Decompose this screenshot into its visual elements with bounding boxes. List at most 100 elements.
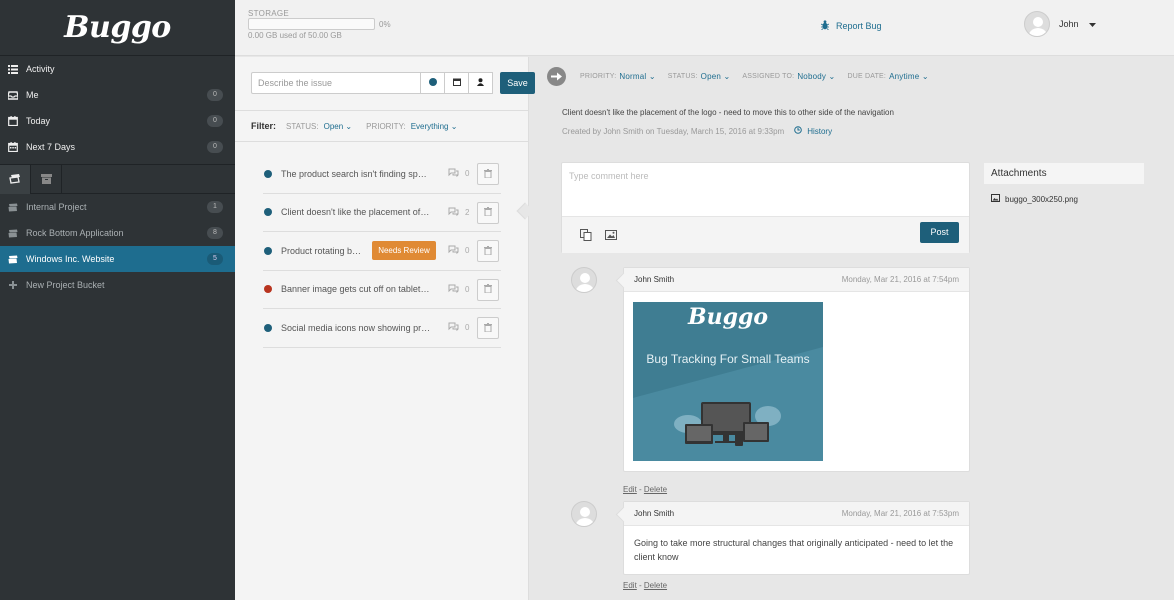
sidebar-item-label: Internal Project <box>26 202 87 212</box>
delete-bug-button[interactable] <box>477 201 499 224</box>
count-badge: 1 <box>207 201 223 213</box>
bucket-icon <box>8 254 18 264</box>
attachments-title: Attachments <box>984 163 1144 184</box>
status-key: STATUS: <box>667 73 698 80</box>
sidebar-item-internal-project[interactable]: Internal Project 1 <box>0 194 235 220</box>
edit-comment-link[interactable]: Edit <box>623 485 637 494</box>
filter-label: Filter: <box>251 121 277 131</box>
filter-bar: Filter: STATUS: Open ⌄ PRIORITY: Everyth… <box>235 110 528 142</box>
attachments-panel: Attachments buggo_300x250.png <box>984 163 1144 204</box>
bucket-icon <box>8 228 18 238</box>
sidebar-item-rock-bottom-application[interactable]: Rock Bottom Application 8 <box>0 220 235 246</box>
bug-row[interactable]: The product search isn't finding specif.… <box>263 155 501 194</box>
list-icon <box>8 64 18 74</box>
copy-icon[interactable] <box>580 229 592 241</box>
bug-list-panel: Describe the issue Save Filter: STATUS: … <box>235 57 535 600</box>
comment-input[interactable]: Type comment here <box>562 163 969 217</box>
chevron-down-icon: ⌄ <box>921 72 929 81</box>
priority-key: PRIORITY: <box>580 73 617 80</box>
delete-bug-button[interactable] <box>477 240 499 262</box>
comment-date: Monday, Mar 21, 2016 at 7:53pm <box>841 509 959 518</box>
bug-row[interactable]: Social media icons now showing prop... 0 <box>263 309 501 348</box>
inbox-icon <box>8 90 18 100</box>
comment-count: 0 <box>448 245 469 256</box>
delete-comment-link[interactable]: Delete <box>644 581 667 590</box>
bug-row[interactable]: Client doesn't like the placement of th.… <box>263 194 501 232</box>
storage-label: STORAGE <box>248 9 290 18</box>
status-filter-dropdown[interactable]: Open ⌄ <box>324 122 353 131</box>
comment-header: John Smith Monday, Mar 21, 2016 at 7:54p… <box>624 268 969 292</box>
describe-issue-input[interactable]: Describe the issue <box>251 72 421 94</box>
due-date-picker[interactable] <box>445 72 469 94</box>
edit-comment-link[interactable]: Edit <box>623 581 637 590</box>
status-dropdown[interactable]: Open ⌄ <box>701 72 731 81</box>
status-filter-value: Open <box>323 121 344 131</box>
sidebar-item-windows-inc-website[interactable]: Windows Inc. Website 5 <box>0 246 235 272</box>
count-badge: 8 <box>207 227 223 239</box>
priority-dot-icon <box>428 78 437 88</box>
needs-review-badge[interactable]: Needs Review <box>372 241 436 260</box>
comment-header: John Smith Monday, Mar 21, 2016 at 7:53p… <box>624 502 969 526</box>
image-icon[interactable] <box>605 230 617 240</box>
delete-bug-button[interactable] <box>477 317 499 339</box>
sidebar-item-activity[interactable]: Activity <box>0 56 235 82</box>
comment-date: Monday, Mar 21, 2016 at 7:54pm <box>841 275 959 284</box>
sidebar-item-today[interactable]: Today 0 <box>0 108 235 134</box>
top-bar: STORAGE 0% 0.00 GB used of 50.00 GB Repo… <box>235 0 1174 56</box>
count-badge: 0 <box>207 141 223 153</box>
comment-tools <box>562 217 969 253</box>
comment-count-value: 0 <box>465 246 470 255</box>
tab-projects[interactable] <box>0 165 31 194</box>
sidebar-item-next-7-days[interactable]: Next 7 Days 0 <box>0 134 235 160</box>
chevron-down-icon: ⌄ <box>345 121 353 131</box>
history-link[interactable]: History <box>794 126 832 136</box>
delete-bug-button[interactable] <box>477 278 499 301</box>
priority-filter-dropdown[interactable]: Everything ⌄ <box>411 122 458 131</box>
report-bug-label: Report Bug <box>836 21 882 31</box>
priority-dot-icon <box>264 246 272 255</box>
due-date-value: Anytime <box>889 72 920 81</box>
user-name: John <box>1059 19 1079 29</box>
count-badge: 0 <box>207 115 223 127</box>
comment-count: 0 <box>448 284 469 295</box>
bug-title: Client doesn't like the placement of th.… <box>281 207 431 218</box>
bug-row[interactable]: Product rotating ba... Needs Review 0 <box>263 232 501 271</box>
assignee-picker[interactable] <box>469 72 493 94</box>
bug-title: The product search isn't finding specif.… <box>281 168 431 179</box>
user-menu[interactable]: John <box>1024 11 1096 37</box>
assigned-key: ASSIGNED TO: <box>742 73 795 80</box>
post-comment-button[interactable]: Post <box>920 222 959 243</box>
sidebar-tabs <box>0 164 235 194</box>
chevron-down-icon: ⌄ <box>648 72 656 81</box>
comment-card: John Smith Monday, Mar 21, 2016 at 7:54p… <box>623 267 970 472</box>
storage-meter: STORAGE 0% 0.00 GB used of 50.00 GB <box>248 9 391 40</box>
priority-value: Normal <box>619 72 647 81</box>
comment-image[interactable]: Buggo Bug Tracking For Small Teams <box>633 302 823 461</box>
bug-row[interactable]: Banner image gets cut off on tablet sit.… <box>263 271 501 309</box>
delete-bug-button[interactable] <box>477 163 499 185</box>
comment-actions: Edit - Delete <box>623 485 667 494</box>
assignee-dropdown[interactable]: Nobody ⌄ <box>797 72 835 81</box>
priority-picker[interactable] <box>421 72 445 94</box>
sidebar-item-me[interactable]: Me 0 <box>0 82 235 108</box>
tab-archive[interactable] <box>31 165 62 194</box>
priority-filter-value: Everything <box>410 121 449 131</box>
app-logo[interactable]: Buggo <box>0 0 235 56</box>
due-date-dropdown[interactable]: Anytime ⌄ <box>889 72 929 81</box>
comment-actions-separator: - <box>636 485 644 494</box>
new-project-bucket-button[interactable]: New Project Bucket <box>0 272 235 298</box>
report-bug-link[interactable]: Report Bug <box>820 20 882 32</box>
arrow-right-icon[interactable] <box>547 67 566 86</box>
comments-icon <box>448 245 465 256</box>
attachment-filename: buggo_300x250.png <box>1005 194 1078 204</box>
priority-dropdown[interactable]: Normal ⌄ <box>619 72 655 81</box>
comment-count: 2 <box>448 207 469 218</box>
delete-comment-link[interactable]: Delete <box>644 485 667 494</box>
sidebar-item-label: Next 7 Days <box>26 142 76 152</box>
storage-used: 0.00 GB used of 50.00 GB <box>248 31 342 40</box>
comment-author: John Smith <box>634 275 675 284</box>
bug-icon <box>820 20 836 32</box>
comments-icon <box>448 322 465 333</box>
attachment-file[interactable]: buggo_300x250.png <box>991 194 1144 204</box>
trash-icon <box>484 168 492 180</box>
